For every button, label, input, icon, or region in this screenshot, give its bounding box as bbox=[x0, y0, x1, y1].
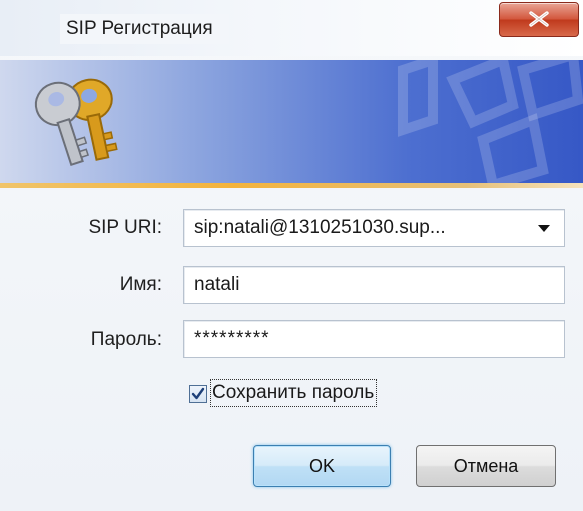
chevron-down-icon[interactable] bbox=[538, 225, 550, 232]
keys-icon bbox=[34, 78, 118, 167]
sip-registration-dialog: SIP Регистрация SIP URI: sip:natali@1310… bbox=[0, 0, 583, 511]
sip-uri-label: SIP URI: bbox=[88, 217, 162, 238]
name-field[interactable]: natali bbox=[183, 266, 565, 304]
close-x-icon bbox=[529, 11, 549, 27]
password-label: Пароль: bbox=[90, 329, 162, 350]
name-label: Имя: bbox=[119, 274, 162, 295]
sip-uri-value: sip:natali@1310251030.sup... bbox=[194, 217, 446, 238]
save-password-checkbox[interactable] bbox=[189, 385, 207, 403]
password-field[interactable]: ********* bbox=[183, 320, 565, 358]
close-button[interactable] bbox=[499, 2, 579, 37]
watermark-graphic bbox=[398, 60, 583, 183]
window-title: SIP Регистрация bbox=[60, 14, 229, 44]
name-value: natali bbox=[194, 274, 240, 295]
ok-button[interactable]: OK bbox=[253, 445, 391, 487]
cancel-button[interactable]: Отмена bbox=[416, 445, 556, 487]
title-bar[interactable]: SIP Регистрация bbox=[0, 0, 583, 56]
banner-divider bbox=[0, 183, 583, 188]
save-password-label[interactable]: Сохранить пароль bbox=[210, 379, 378, 407]
checkmark-icon bbox=[191, 387, 205, 400]
sip-uri-dropdown[interactable]: sip:natali@1310251030.sup... bbox=[183, 209, 565, 247]
password-value: ********* bbox=[194, 328, 270, 349]
